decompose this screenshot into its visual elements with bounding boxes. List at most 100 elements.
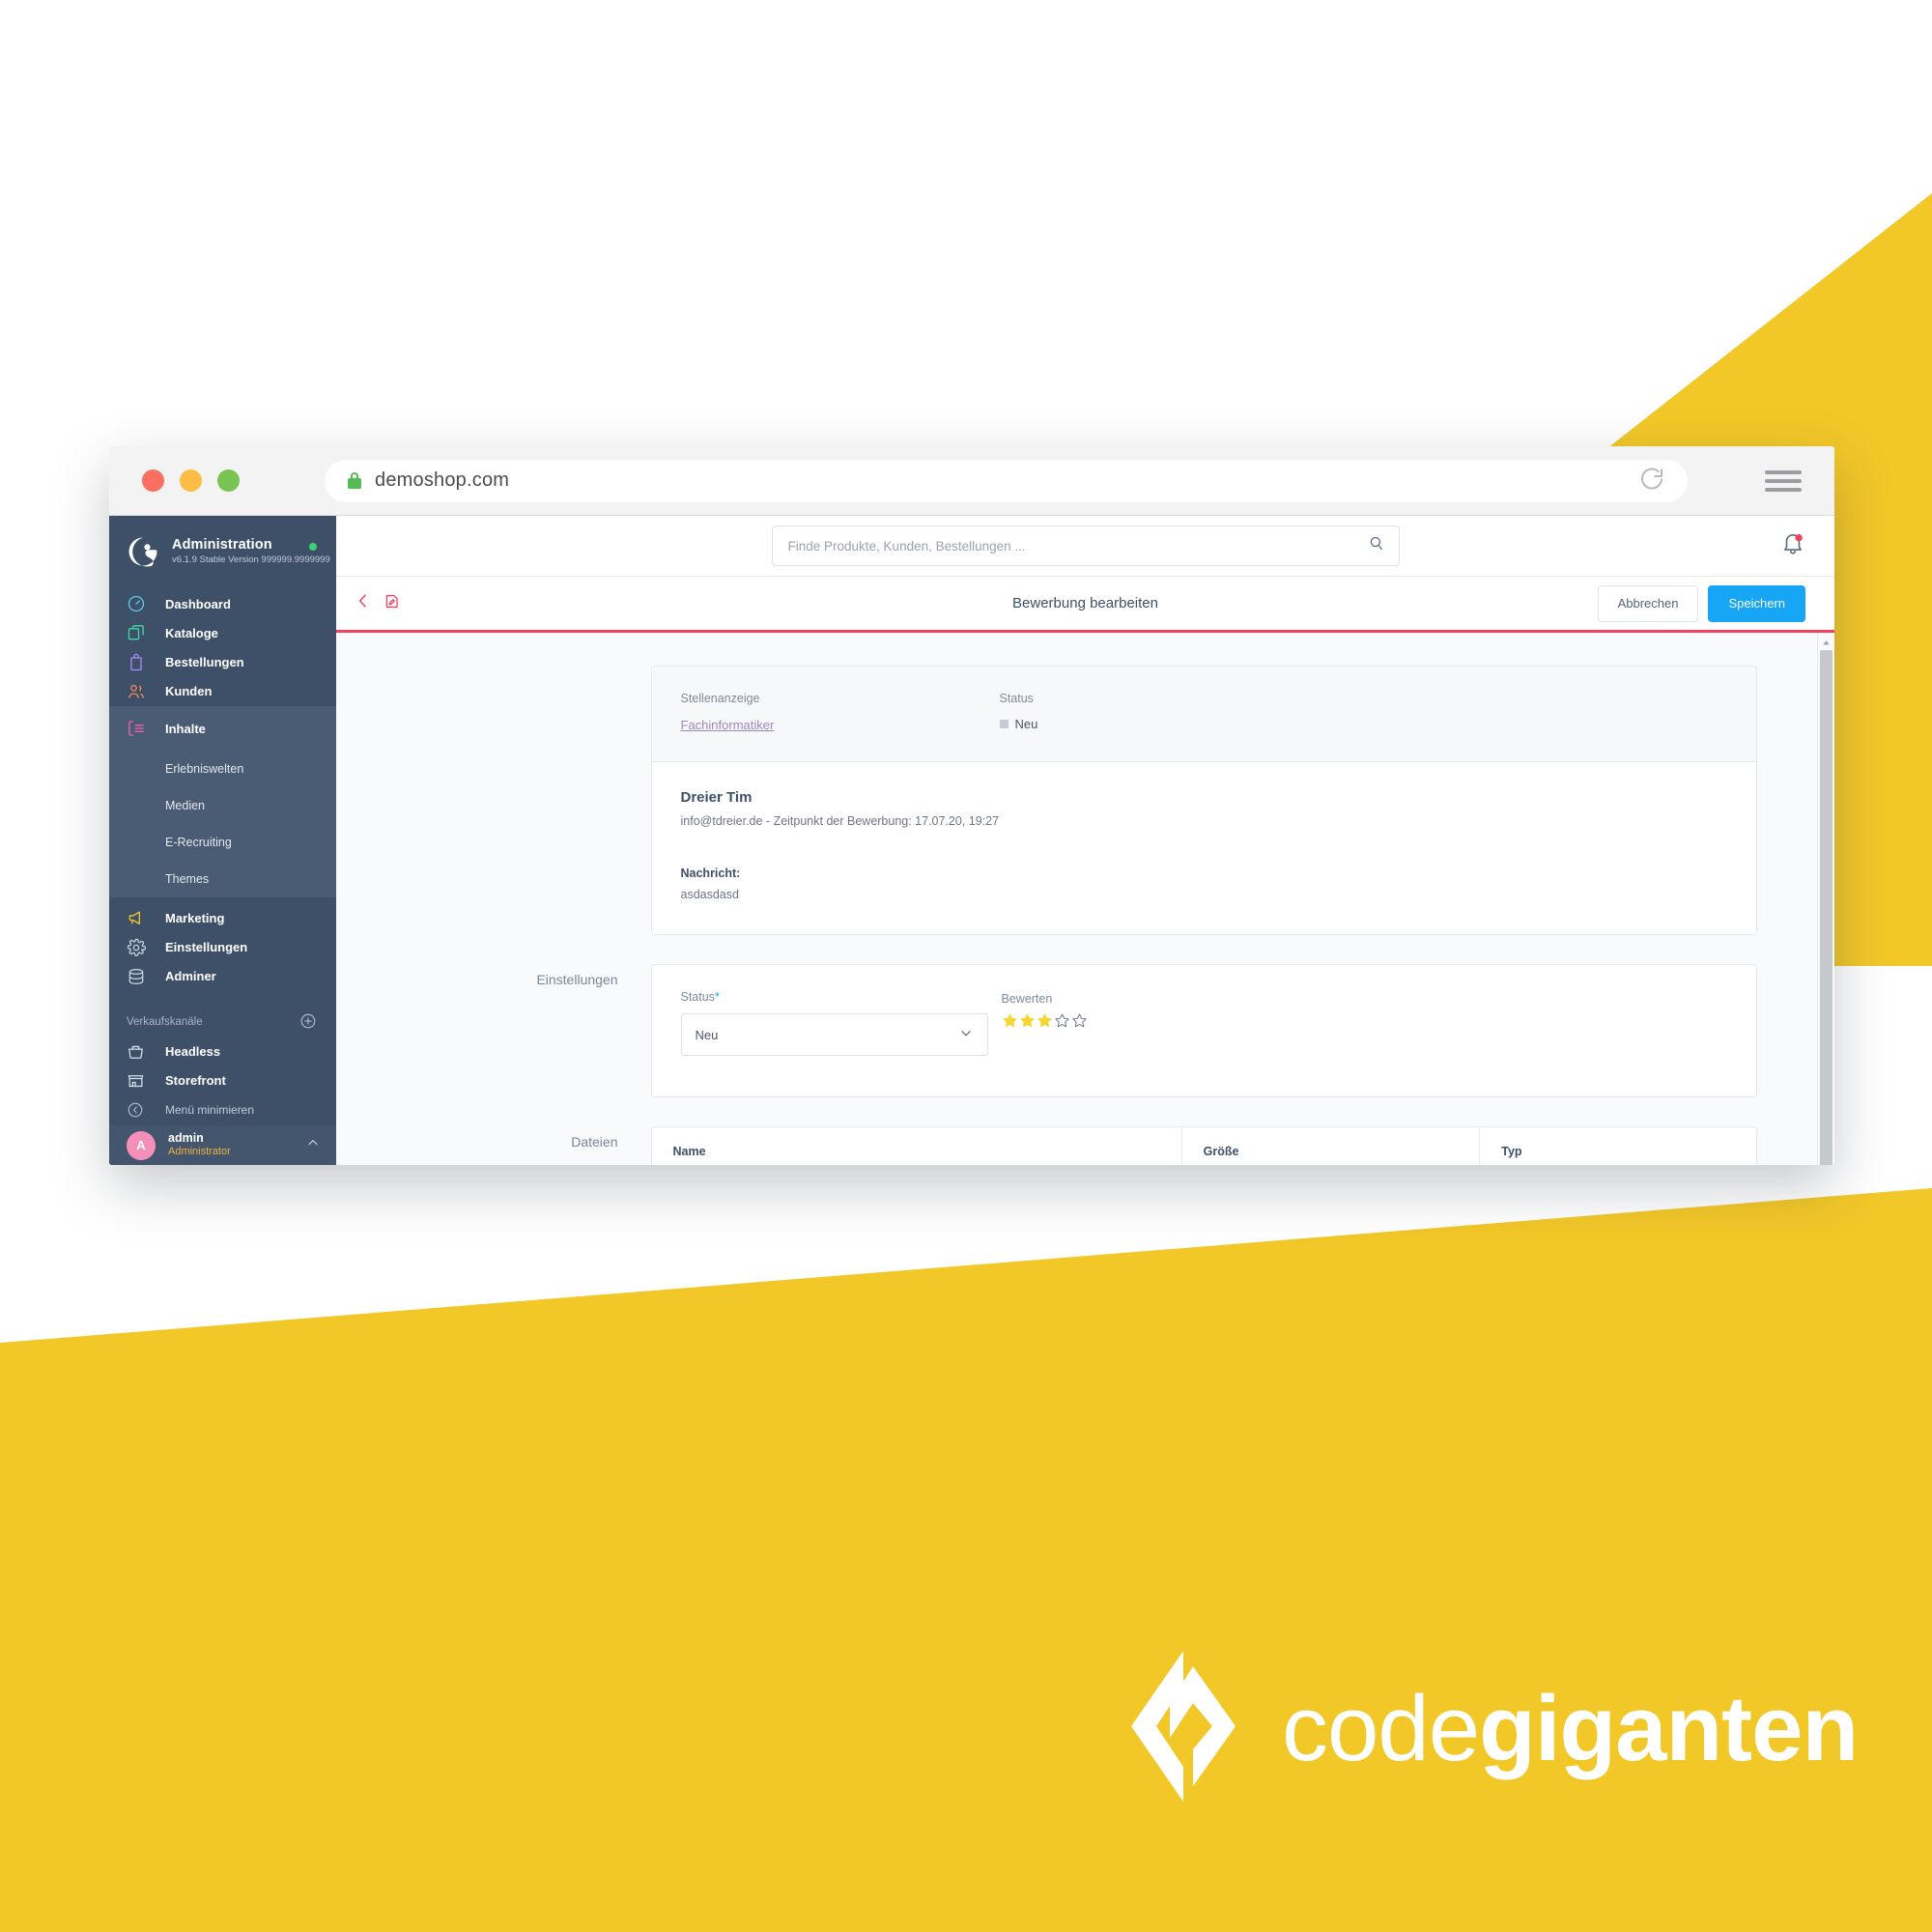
settings-section-label: Einstellungen bbox=[536, 972, 618, 987]
application-row: Stellenanzeige Fachinformatiker Status N… bbox=[414, 666, 1757, 935]
status-select-label: Status* bbox=[681, 990, 988, 1004]
sidebar-item-inhalte[interactable]: Inhalte bbox=[109, 706, 336, 752]
sidebar-item-einstellungen[interactable]: Einstellungen bbox=[109, 932, 336, 961]
sidebar-item-label: Kunden bbox=[165, 684, 213, 699]
header-actions: Abbrechen Speichern bbox=[1597, 584, 1805, 622]
application-card: Stellenanzeige Fachinformatiker Status N… bbox=[650, 666, 1757, 935]
user-role: Administrator bbox=[168, 1146, 231, 1158]
brand-title: Administration bbox=[172, 537, 272, 554]
status-select-value: Neu bbox=[695, 1027, 719, 1042]
sidebar-item-label: Inhalte bbox=[165, 721, 206, 736]
sidebar-item-marketing[interactable]: Marketing bbox=[109, 903, 336, 932]
cancel-button[interactable]: Abbrechen bbox=[1597, 584, 1699, 622]
content-scroll-area: Stellenanzeige Fachinformatiker Status N… bbox=[336, 633, 1834, 1165]
search-input[interactable]: Finde Produkte, Kunden, Bestellungen ... bbox=[771, 526, 1400, 566]
brand-wordmark: codegiganten bbox=[1282, 1682, 1859, 1776]
sidebar-item-label: Einstellungen bbox=[165, 940, 248, 955]
sidebar-subitem-medien[interactable]: Medien bbox=[109, 787, 336, 824]
column-header-size[interactable]: Größe bbox=[1180, 1127, 1480, 1165]
sidebar-item-kunden[interactable]: Kunden bbox=[109, 677, 336, 706]
headless-icon bbox=[127, 1042, 152, 1061]
sidebar-item-kataloge[interactable]: Kataloge bbox=[109, 618, 336, 647]
sidebar-item-label: Kataloge bbox=[165, 625, 218, 640]
browser-menu-button[interactable] bbox=[1765, 469, 1802, 492]
status-badge: Neu bbox=[999, 717, 1319, 731]
maximize-window-button[interactable] bbox=[217, 469, 240, 492]
content-inner: Stellenanzeige Fachinformatiker Status N… bbox=[336, 666, 1834, 1165]
section-label-text: Verkaufskanäle bbox=[127, 1016, 203, 1029]
status-select[interactable]: Neu bbox=[680, 1013, 988, 1056]
sidebar-subitem-label: Medien bbox=[165, 799, 205, 813]
megaphone-icon bbox=[127, 908, 152, 927]
chevron-left-icon[interactable] bbox=[354, 591, 373, 615]
job-link[interactable]: Fachinformatiker bbox=[681, 718, 775, 732]
top-search-bar: Finde Produkte, Kunden, Bestellungen ... bbox=[336, 516, 1834, 577]
user-name: admin bbox=[168, 1130, 204, 1145]
chevron-down-icon bbox=[958, 1026, 974, 1044]
sidebar-item-label: Dashboard bbox=[165, 596, 231, 611]
star-empty-icon[interactable] bbox=[1054, 1012, 1070, 1029]
catalog-icon bbox=[127, 623, 152, 642]
column-header-type[interactable]: Typ bbox=[1479, 1127, 1756, 1165]
lock-icon bbox=[348, 472, 361, 489]
sidebar-subitem-themes[interactable]: Themes bbox=[109, 861, 336, 897]
save-button[interactable]: Speichern bbox=[1708, 584, 1805, 622]
browser-chrome: demoshop.com bbox=[109, 446, 1834, 516]
edit-note-icon[interactable] bbox=[383, 592, 401, 615]
sidebar-item-dashboard[interactable]: Dashboard bbox=[109, 589, 336, 618]
gear-icon bbox=[127, 938, 152, 957]
search-icon[interactable] bbox=[1368, 535, 1385, 557]
required-marker: * bbox=[714, 990, 720, 1004]
rating-label: Bewerten bbox=[1001, 992, 1053, 1006]
star-filled-icon[interactable] bbox=[1037, 1012, 1053, 1029]
sidebar-item-storefront[interactable]: Storefront bbox=[109, 1065, 336, 1094]
minimize-menu-button[interactable]: Menü minimieren bbox=[109, 1095, 336, 1126]
star-empty-icon[interactable] bbox=[1071, 1012, 1088, 1029]
column-header-name[interactable]: Name bbox=[651, 1127, 1182, 1165]
storefront-icon bbox=[127, 1071, 152, 1090]
scrollbar-track[interactable] bbox=[1817, 633, 1834, 1165]
sidebar-item-label: Adminer bbox=[165, 969, 216, 984]
star-filled-icon[interactable] bbox=[1019, 1012, 1036, 1029]
orders-icon bbox=[127, 653, 152, 672]
star-filled-icon[interactable] bbox=[1002, 1012, 1018, 1029]
reload-icon[interactable] bbox=[1637, 464, 1666, 497]
plus-circle-icon[interactable] bbox=[299, 1012, 317, 1033]
avatar: A bbox=[127, 1130, 156, 1160]
sidebar-item-adminer[interactable]: Adminer bbox=[109, 962, 336, 991]
sidebar-item-headless[interactable]: Headless bbox=[109, 1037, 336, 1065]
rating-stars[interactable] bbox=[1002, 1012, 1088, 1029]
applicant-meta: info@tdreier.de - Zeitpunkt der Bewerbun… bbox=[680, 814, 1000, 828]
brand-word-light: code bbox=[1282, 1676, 1480, 1780]
applicant-name: Dreier Tim bbox=[680, 789, 753, 806]
files-row: Dateien Name Größe Typ bbox=[414, 1126, 1757, 1165]
search-placeholder: Finde Produkte, Kunden, Bestellungen ... bbox=[787, 538, 1026, 554]
close-window-button[interactable] bbox=[142, 469, 164, 492]
sidebar-section-verkaufskanaele: Verkaufskanäle bbox=[109, 1009, 336, 1037]
files-card: Name Größe Typ webinterface.png 160 KB bbox=[650, 1126, 1757, 1165]
shopware-logo-icon bbox=[127, 535, 159, 568]
bell-icon[interactable] bbox=[1780, 531, 1805, 561]
minimize-window-button[interactable] bbox=[180, 469, 202, 492]
job-field: Stellenanzeige Fachinformatiker bbox=[681, 692, 1000, 734]
message-text: asdasdasd bbox=[680, 888, 739, 901]
settings-card-inner: Status* Neu Bewerten bbox=[652, 965, 1756, 1096]
sidebar-brand[interactable]: Administration v6.1.9 Stable Version 999… bbox=[109, 516, 336, 589]
url-text: demoshop.com bbox=[375, 469, 510, 491]
sidebar-user-menu[interactable]: A admin Administrator bbox=[109, 1125, 336, 1165]
chevron-left-circle-icon bbox=[127, 1101, 152, 1119]
url-bar[interactable]: demoshop.com bbox=[325, 459, 1688, 502]
sidebar-item-label: Headless bbox=[165, 1043, 221, 1059]
scrollbar-thumb[interactable] bbox=[1820, 650, 1833, 1165]
sidebar-item-bestellungen[interactable]: Bestellungen bbox=[109, 648, 336, 677]
chevron-up-icon[interactable] bbox=[305, 1135, 321, 1155]
status-badge-label: Neu bbox=[1014, 717, 1038, 731]
sidebar-item-label: Bestellungen bbox=[165, 655, 244, 670]
window-controls bbox=[142, 469, 240, 492]
files-section-label: Dateien bbox=[571, 1134, 618, 1150]
admin-app: Administration v6.1.9 Stable Version 999… bbox=[109, 516, 1834, 1165]
status-field: Status* Neu bbox=[680, 990, 988, 1056]
settings-card: Status* Neu Bewerten bbox=[650, 964, 1757, 1097]
sidebar-subitem-erlebniswelten[interactable]: Erlebniswelten bbox=[109, 751, 336, 787]
sidebar-subitem-e-recruiting[interactable]: E-Recruiting bbox=[109, 824, 336, 861]
